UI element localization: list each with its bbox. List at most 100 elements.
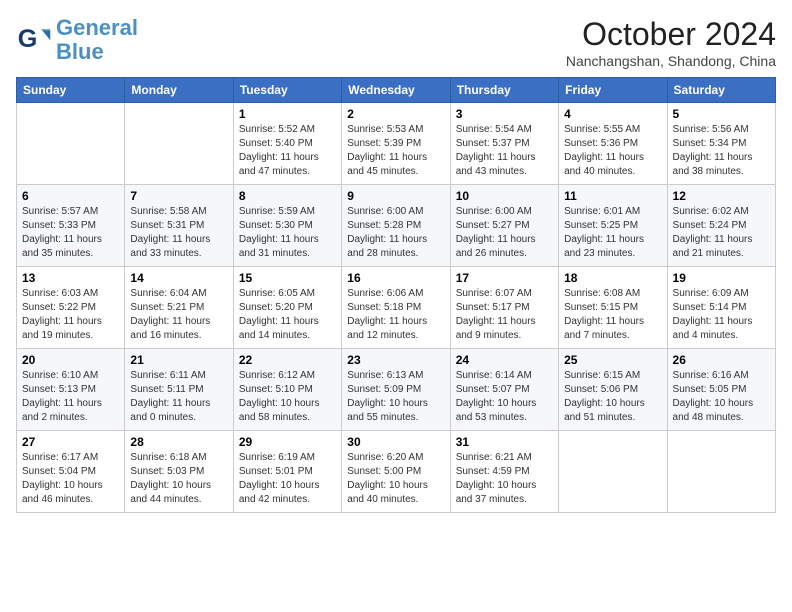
day-number: 21 xyxy=(130,353,227,367)
calendar-cell: 20 Sunrise: 6:10 AMSunset: 5:13 PMDayligh… xyxy=(17,349,125,431)
logo-text: General Blue xyxy=(56,16,138,64)
calendar-cell: 15Sunrise: 6:05 AMSunset: 5:20 PMDayligh… xyxy=(233,267,341,349)
day-info: Sunrise: 5:55 AMSunset: 5:36 PMDaylight:… xyxy=(564,123,661,179)
day-number: 2 xyxy=(347,107,444,121)
day-info: Sunrise: 6:00 AMSunset: 5:28 PMDaylight:… xyxy=(347,205,444,261)
day-info: Sunrise: 6:13 AMSunset: 5:09 PMDaylight:… xyxy=(347,369,444,425)
logo-line2: Blue xyxy=(56,39,104,64)
calendar-cell: 29 Sunrise: 6:19 AMSunset: 5:01 PMDayligh… xyxy=(233,431,341,513)
day-number: 19 xyxy=(673,271,770,285)
calendar-cell: 9 Sunrise: 6:00 AMSunset: 5:28 PMDaylight… xyxy=(342,185,450,267)
calendar-cell: 28 Sunrise: 6:18 AMSunset: 5:03 PMDayligh… xyxy=(125,431,233,513)
day-number: 29 xyxy=(239,435,336,449)
week-row-4: 27 Sunrise: 6:17 AMSunset: 5:04 PMDayligh… xyxy=(17,431,776,513)
header-sunday: Sunday xyxy=(17,78,125,103)
day-info: Sunrise: 6:17 AMSunset: 5:04 PMDaylight:… xyxy=(22,451,119,507)
day-number: 4 xyxy=(564,107,661,121)
calendar-cell: 17Sunrise: 6:07 AMSunset: 5:17 PMDayligh… xyxy=(450,267,558,349)
day-number: 9 xyxy=(347,189,444,203)
day-number: 22 xyxy=(239,353,336,367)
logo-line1: General xyxy=(56,15,138,40)
month-title: October 2024 xyxy=(566,16,776,53)
calendar-cell: 13 Sunrise: 6:03 AMSunset: 5:22 PMDayligh… xyxy=(17,267,125,349)
day-info: Sunrise: 5:54 AMSunset: 5:37 PMDaylight:… xyxy=(456,123,553,179)
header-thursday: Thursday xyxy=(450,78,558,103)
calendar-cell: 18Sunrise: 6:08 AMSunset: 5:15 PMDayligh… xyxy=(559,267,667,349)
calendar-cell: 30 Sunrise: 6:20 AMSunset: 5:00 PMDayligh… xyxy=(342,431,450,513)
calendar-cell: 21 Sunrise: 6:11 AMSunset: 5:11 PMDayligh… xyxy=(125,349,233,431)
day-info: Sunrise: 5:56 AMSunset: 5:34 PMDaylight:… xyxy=(673,123,770,179)
calendar-cell: 11Sunrise: 6:01 AMSunset: 5:25 PMDayligh… xyxy=(559,185,667,267)
day-number: 6 xyxy=(22,189,119,203)
calendar-cell: 5 Sunrise: 5:56 AMSunset: 5:34 PMDaylight… xyxy=(667,103,775,185)
day-info: Sunrise: 6:12 AMSunset: 5:10 PMDaylight:… xyxy=(239,369,336,425)
calendar-cell: 2 Sunrise: 5:53 AMSunset: 5:39 PMDaylight… xyxy=(342,103,450,185)
day-info: Sunrise: 5:52 AMSunset: 5:40 PMDaylight:… xyxy=(239,123,336,179)
day-info: Sunrise: 6:07 AMSunset: 5:17 PMDaylight:… xyxy=(456,287,553,343)
day-number: 20 xyxy=(22,353,119,367)
day-info: Sunrise: 6:15 AMSunset: 5:06 PMDaylight:… xyxy=(564,369,661,425)
day-info: Sunrise: 6:00 AMSunset: 5:27 PMDaylight:… xyxy=(456,205,553,261)
logo-icon: G xyxy=(16,22,52,58)
day-info: Sunrise: 6:11 AMSunset: 5:11 PMDaylight:… xyxy=(130,369,227,425)
page-header: G General Blue October 2024 Nanchangshan… xyxy=(16,16,776,69)
day-number: 23 xyxy=(347,353,444,367)
day-number: 28 xyxy=(130,435,227,449)
day-number: 24 xyxy=(456,353,553,367)
day-info: Sunrise: 5:58 AMSunset: 5:31 PMDaylight:… xyxy=(130,205,227,261)
calendar-cell: 19 Sunrise: 6:09 AMSunset: 5:14 PMDayligh… xyxy=(667,267,775,349)
day-number: 11 xyxy=(564,189,661,203)
calendar-cell: 24Sunrise: 6:14 AMSunset: 5:07 PMDayligh… xyxy=(450,349,558,431)
header-monday: Monday xyxy=(125,78,233,103)
logo: G General Blue xyxy=(16,16,138,64)
day-number: 5 xyxy=(673,107,770,121)
header-friday: Friday xyxy=(559,78,667,103)
day-number: 30 xyxy=(347,435,444,449)
day-info: Sunrise: 5:57 AMSunset: 5:33 PMDaylight:… xyxy=(22,205,119,261)
day-number: 3 xyxy=(456,107,553,121)
calendar-cell xyxy=(667,431,775,513)
day-info: Sunrise: 6:02 AMSunset: 5:24 PMDaylight:… xyxy=(673,205,770,261)
calendar-cell xyxy=(559,431,667,513)
day-info: Sunrise: 6:09 AMSunset: 5:14 PMDaylight:… xyxy=(673,287,770,343)
week-row-3: 20 Sunrise: 6:10 AMSunset: 5:13 PMDayligh… xyxy=(17,349,776,431)
week-row-1: 6 Sunrise: 5:57 AMSunset: 5:33 PMDaylight… xyxy=(17,185,776,267)
day-number: 26 xyxy=(673,353,770,367)
calendar-cell xyxy=(17,103,125,185)
calendar-cell: 22 Sunrise: 6:12 AMSunset: 5:10 PMDayligh… xyxy=(233,349,341,431)
day-number: 13 xyxy=(22,271,119,285)
day-info: Sunrise: 5:53 AMSunset: 5:39 PMDaylight:… xyxy=(347,123,444,179)
day-info: Sunrise: 6:08 AMSunset: 5:15 PMDaylight:… xyxy=(564,287,661,343)
calendar: SundayMondayTuesdayWednesdayThursdayFrid… xyxy=(16,77,776,513)
title-block: October 2024 Nanchangshan, Shandong, Chi… xyxy=(566,16,776,69)
calendar-cell: 8Sunrise: 5:59 AMSunset: 5:30 PMDaylight… xyxy=(233,185,341,267)
calendar-cell: 14Sunrise: 6:04 AMSunset: 5:21 PMDayligh… xyxy=(125,267,233,349)
calendar-cell xyxy=(125,103,233,185)
calendar-cell: 25 Sunrise: 6:15 AMSunset: 5:06 PMDayligh… xyxy=(559,349,667,431)
day-info: Sunrise: 6:18 AMSunset: 5:03 PMDaylight:… xyxy=(130,451,227,507)
svg-text:G: G xyxy=(18,25,38,53)
day-number: 31 xyxy=(456,435,553,449)
day-info: Sunrise: 6:10 AMSunset: 5:13 PMDaylight:… xyxy=(22,369,119,425)
calendar-header-row: SundayMondayTuesdayWednesdayThursdayFrid… xyxy=(17,78,776,103)
day-number: 27 xyxy=(22,435,119,449)
week-row-0: 1 Sunrise: 5:52 AMSunset: 5:40 PMDaylight… xyxy=(17,103,776,185)
day-info: Sunrise: 6:04 AMSunset: 5:21 PMDaylight:… xyxy=(130,287,227,343)
day-info: Sunrise: 6:20 AMSunset: 5:00 PMDaylight:… xyxy=(347,451,444,507)
day-number: 7 xyxy=(130,189,227,203)
day-info: Sunrise: 6:19 AMSunset: 5:01 PMDaylight:… xyxy=(239,451,336,507)
day-info: Sunrise: 6:16 AMSunset: 5:05 PMDaylight:… xyxy=(673,369,770,425)
day-info: Sunrise: 6:21 AMSunset: 4:59 PMDaylight:… xyxy=(456,451,553,507)
day-number: 10 xyxy=(456,189,553,203)
calendar-cell: 31 Sunrise: 6:21 AMSunset: 4:59 PMDayligh… xyxy=(450,431,558,513)
day-info: Sunrise: 5:59 AMSunset: 5:30 PMDaylight:… xyxy=(239,205,336,261)
day-number: 12 xyxy=(673,189,770,203)
calendar-cell: 3 Sunrise: 5:54 AMSunset: 5:37 PMDaylight… xyxy=(450,103,558,185)
calendar-cell: 10 Sunrise: 6:00 AMSunset: 5:27 PMDayligh… xyxy=(450,185,558,267)
day-number: 25 xyxy=(564,353,661,367)
day-info: Sunrise: 6:05 AMSunset: 5:20 PMDaylight:… xyxy=(239,287,336,343)
calendar-cell: 16Sunrise: 6:06 AMSunset: 5:18 PMDayligh… xyxy=(342,267,450,349)
day-info: Sunrise: 6:03 AMSunset: 5:22 PMDaylight:… xyxy=(22,287,119,343)
calendar-cell: 6 Sunrise: 5:57 AMSunset: 5:33 PMDaylight… xyxy=(17,185,125,267)
day-number: 1 xyxy=(239,107,336,121)
